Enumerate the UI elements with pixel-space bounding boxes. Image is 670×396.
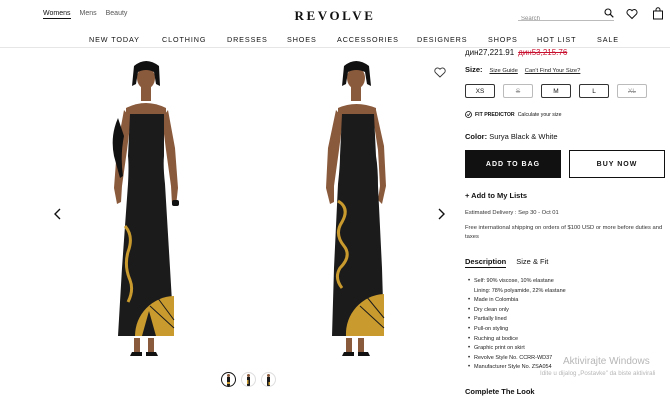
nav-dresses[interactable]: DRESSES — [227, 35, 268, 44]
color-value: Surya Black & White — [489, 132, 558, 141]
list-item: Dry clean only — [468, 306, 668, 316]
fit-predictor[interactable]: FIT PREDICTOR Calculate your size — [465, 111, 562, 118]
shopping-bag-icon[interactable] — [652, 7, 664, 20]
tab-womens[interactable]: Womens — [43, 10, 71, 19]
search-icon[interactable] — [604, 8, 614, 18]
thumbnail-2[interactable] — [241, 372, 256, 387]
size-s-button[interactable]: S — [503, 84, 533, 98]
estimated-delivery: Estimated Delivery : Sep 30 - Oct 01 — [465, 210, 559, 216]
nav-new-today[interactable]: NEW TODAY — [89, 35, 140, 44]
top-bar: Womens Mens Beauty REVOLVE — [0, 0, 670, 30]
list-item: Made in Colombia — [468, 296, 668, 306]
fit-predictor-icon — [465, 111, 472, 118]
list-item: Graphic print on skirt — [468, 344, 668, 354]
favorite-heart-icon[interactable] — [434, 67, 446, 78]
next-image-arrow-icon[interactable] — [436, 208, 446, 220]
product-gallery — [0, 48, 455, 396]
list-item: Partially lined — [468, 315, 668, 325]
size-xs-button[interactable]: XS — [465, 84, 495, 98]
tab-beauty[interactable]: Beauty — [106, 10, 128, 19]
thumbnail-strip — [221, 372, 276, 387]
tab-mens[interactable]: Mens — [80, 10, 97, 19]
search-input[interactable] — [518, 13, 598, 25]
list-item: Pull-on styling — [468, 325, 668, 335]
size-m-button[interactable]: M — [541, 84, 571, 98]
sale-price: дин27,221.91 — [465, 48, 515, 57]
windows-activation-watermark: Aktivirajte Windows — [563, 356, 650, 367]
nav-designers[interactable]: DESIGNERS — [417, 35, 467, 44]
list-item: Ruching at bodice — [468, 335, 668, 345]
tab-description[interactable]: Description — [465, 257, 507, 268]
tab-size-fit[interactable]: Size & Fit — [516, 257, 548, 268]
search-box — [518, 7, 614, 25]
fit-predictor-label: FIT PREDICTOR — [475, 111, 515, 118]
list-item: Self: 90% viscose, 10% elastane — [468, 277, 668, 287]
buy-now-button[interactable]: BUY NOW — [569, 150, 665, 178]
nav-hot-list[interactable]: HOT LIST — [537, 35, 576, 44]
gender-tabs: Womens Mens Beauty — [43, 10, 127, 19]
color-label: Color: — [465, 132, 488, 141]
nav-clothing[interactable]: CLOTHING — [162, 35, 206, 44]
product-details: дин27,221.91 дин53,215.76 Size: Size Guid… — [465, 48, 670, 396]
product-image-front[interactable] — [90, 56, 200, 364]
complete-the-look-heading: Complete The Look — [465, 387, 535, 396]
thumbnail-1[interactable] — [221, 372, 236, 387]
size-xl-button[interactable]: XL — [617, 84, 647, 98]
nav-sale[interactable]: SALE — [597, 35, 619, 44]
size-help-link[interactable]: Can't Find Your Size? — [525, 68, 581, 74]
color-row: Color: Surya Black & White — [465, 132, 558, 141]
size-l-button[interactable]: L — [579, 84, 609, 98]
info-tabs: Description Size & Fit — [465, 257, 548, 268]
wishlist-heart-icon[interactable] — [626, 8, 638, 20]
nav-accessories[interactable]: ACCESSORIES — [337, 35, 399, 44]
nav-shoes[interactable]: SHOES — [287, 35, 317, 44]
size-guide-link[interactable]: Size Guide — [489, 68, 517, 74]
nav-shops[interactable]: SHOPS — [488, 35, 518, 44]
price: дин27,221.91 дин53,215.76 — [465, 48, 567, 57]
windows-activation-watermark-sub: Idite u dijalog „Postavke" da biste akti… — [540, 370, 656, 377]
size-row: Size: Size Guide Can't Find Your Size? — [465, 65, 580, 74]
add-to-bag-button[interactable]: ADD TO BAG — [465, 150, 561, 178]
shipping-info: Free international shipping on orders of… — [465, 225, 663, 240]
add-to-lists-link[interactable]: + Add to My Lists — [465, 191, 527, 200]
original-price: дин53,215.76 — [518, 48, 568, 57]
prev-image-arrow-icon[interactable] — [53, 208, 63, 220]
product-image-side[interactable] — [310, 56, 410, 364]
fit-predictor-text: Calculate your size — [517, 111, 562, 118]
size-selector: XS S M L XL — [465, 84, 647, 98]
main-nav: NEW TODAY CLOTHING DRESSES SHOES ACCESSO… — [0, 30, 670, 48]
thumbnail-3[interactable] — [261, 372, 276, 387]
size-label: Size: — [465, 65, 483, 74]
list-item: Lining: 78% polyamide, 22% elastane — [474, 287, 566, 294]
